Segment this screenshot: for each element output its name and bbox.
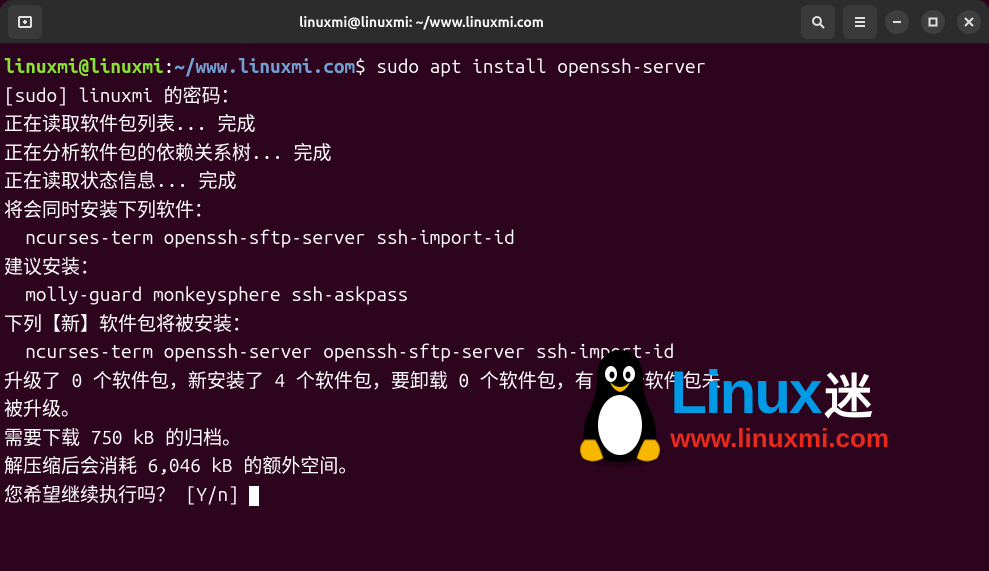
output-line: ncurses-term openssh-server openssh-sftp… [4,340,674,362]
window-controls [885,10,981,34]
prompt-user-host: linuxmi@linuxmi [4,55,164,77]
prompt-dollar: $ [355,55,366,77]
terminal-window: linuxmi@linuxmi: ~/www.linuxmi.com linux… [0,0,989,571]
menu-button[interactable] [843,5,877,39]
maximize-button[interactable] [921,10,945,34]
output-line: 解压缩后会消耗 6,046 kB 的额外空间。 [4,454,357,476]
window-title: linuxmi@linuxmi: ~/www.linuxmi.com [50,14,793,30]
output-line: 建议安装： [4,255,99,277]
terminal-content[interactable]: linuxmi@linuxmi:~/www.linuxmi.com$ sudo … [0,44,989,571]
output-line: 正在分析软件包的依赖关系树... 完成 [4,141,332,163]
command-text: sudo apt install openssh-server [376,55,706,77]
output-line: [sudo] linuxmi 的密码： [4,84,240,106]
output-prompt-continue: 您希望继续执行吗？ [Y/n] [4,483,249,505]
prompt-path: ~/www.linuxmi.com [174,55,355,77]
output-line: 升级了 0 个软件包，新安装了 4 个软件包，要卸载 0 个软件包，有 0 个软… [4,369,721,391]
output-line: molly-guard monkeysphere ssh-askpass [4,283,408,305]
new-tab-button[interactable] [8,5,42,39]
output-line: 将会同时安装下列软件： [4,198,213,220]
output-line: 正在读取状态信息... 完成 [4,169,237,191]
output-line: 需要下载 750 kB 的归档。 [4,426,241,448]
search-button[interactable] [801,5,835,39]
close-button[interactable] [957,10,981,34]
terminal-cursor [249,486,259,506]
output-line: 正在读取软件包列表... 完成 [4,112,256,134]
output-line: 下列【新】软件包将被安装： [4,312,251,334]
minimize-button[interactable] [885,10,909,34]
output-line: ncurses-term openssh-sftp-server ssh-imp… [4,226,515,248]
prompt-colon: : [164,55,175,77]
output-line: 被升级。 [4,397,80,419]
titlebar: linuxmi@linuxmi: ~/www.linuxmi.com [0,0,989,44]
